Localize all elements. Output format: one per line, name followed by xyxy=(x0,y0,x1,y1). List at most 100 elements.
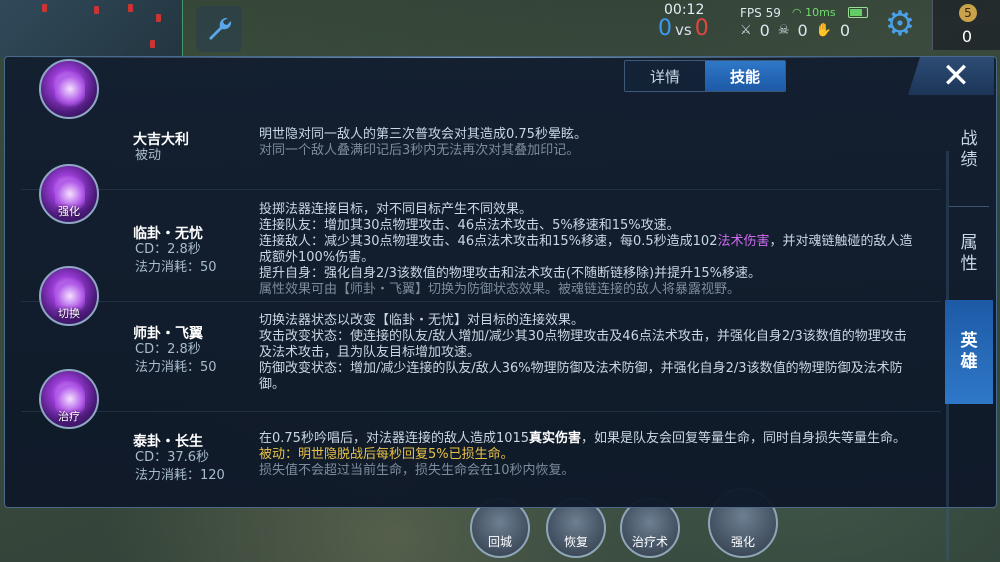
skill-cooldown: 被动 xyxy=(135,148,162,163)
skill-mana-cost: 法力消耗：50 xyxy=(135,360,217,375)
description-text: 被动：明世隐脱战后每秒回复5%已损生命。 xyxy=(259,447,514,462)
kills-count: 0 xyxy=(759,21,770,40)
skill-description: 切换法器状态以改变【临卦・无忧】对目标的连接效果。 攻击改变状态：使连接的队友/敌… xyxy=(259,313,949,393)
kda-stats: ⚔ 0 ☠ 0 ✋ 0 xyxy=(740,21,850,40)
skull-icon: ☠ xyxy=(777,23,790,38)
description-line: 连接队友：增加其30点物理攻击、46点法术攻击、5%移速和15%攻速。 xyxy=(259,218,949,234)
side-tab-stats[interactable]: 战 绩 xyxy=(945,96,993,204)
wrench-icon[interactable] xyxy=(196,6,242,52)
description-line: 攻击改变状态：使连接的队友/敌人增加/减少其30点物理攻击及46点法术攻击，并强… xyxy=(259,329,949,345)
description-line: 防御改变状态：增加/减少连接的队友/敌人36%物理防御及法术防御，并强化自身2/… xyxy=(259,361,949,377)
tab-details[interactable]: 详情 xyxy=(625,61,705,91)
skill-description: 投掷法器连接目标，对不同目标产生不同效果。 连接队友：增加其30点物理攻击、46点… xyxy=(259,202,949,298)
vs-label: vs xyxy=(675,21,692,39)
description-line: 对同一个敌人叠满印记后3秒内无法再次对其叠加印记。 xyxy=(259,143,949,159)
skill-info: CD：2.8秒法力消耗：50 xyxy=(135,241,217,277)
true-damage-keyword: 真实伤害 xyxy=(529,431,582,446)
description-line: 明世隐对同一敌人的第三次普攻会对其造成0.75秒晕眩。 xyxy=(259,127,949,143)
description-text: 攻击改变状态：使连接的队友/敌人增加/减少其30点物理攻击及46点法术攻击，并强… xyxy=(259,329,907,344)
gold-counter[interactable]: 5 0 xyxy=(932,0,1000,50)
skill-description: 在0.75秒吟唱后，对法器连接的敌人造成1015真实伤害，如果是队友会回复等量生… xyxy=(259,431,949,479)
description-text: 在0.75秒吟唱后，对法器连接的敌人造成1015 xyxy=(259,431,530,446)
description-text: 成额外100%伤害。 xyxy=(259,250,375,265)
healer-portrait-icon[interactable]: 治疗 xyxy=(39,369,99,429)
description-line: 被动：明世隐脱战后每秒回复5%已损生命。 xyxy=(259,447,949,463)
sword-icon: ⚔ xyxy=(740,23,752,38)
description-text: 连接敌人：减少其30点物理攻击、46点法术攻击和15%移速，每0.5秒造成102 xyxy=(259,234,718,249)
team-score: 0 vs 0 xyxy=(658,16,709,41)
tower-marker xyxy=(150,40,155,48)
skill-info: CD：37.6秒 法力消耗：120 xyxy=(135,449,225,485)
skill-mana-cost: 法力消耗：50 xyxy=(135,260,217,275)
side-tab-hero[interactable]: 英 雄 xyxy=(945,300,993,404)
money-bag-icon: 5 xyxy=(959,4,977,22)
description-text: 损失值不会超过当前生命，损失生命会在10秒内恢复。 xyxy=(259,463,575,478)
skill-cooldown: CD：2.8秒 xyxy=(135,342,201,357)
description-line: 提升自身：强化自身2/3该数值的物理攻击和法术攻击(不随断链移除)并提升15%移… xyxy=(259,266,949,282)
chain-link-icon[interactable]: 强化 xyxy=(39,164,99,224)
ping-indicator: ◠ 10ms xyxy=(792,6,836,19)
skill-cooldown: CD：37.6秒 xyxy=(135,450,210,465)
description-line: 成额外100%伤害。 xyxy=(259,250,949,266)
tab-skills[interactable]: 技能 xyxy=(705,61,785,91)
ghost-figure-icon[interactable] xyxy=(39,59,99,119)
magic-damage-keyword: 法术伤害 xyxy=(717,234,770,249)
skill-name: 师卦・飞翼 xyxy=(133,326,203,342)
skill-info: CD：2.8秒法力消耗：50 xyxy=(135,341,217,377)
blue-score: 0 xyxy=(658,16,672,41)
skill-name: 临卦・无忧 xyxy=(133,226,203,242)
hand-icon: ✋ xyxy=(815,23,832,38)
battery-icon xyxy=(848,7,868,18)
description-text: ，如果是队友会回复等量生命，同时自身损失等量生命。 xyxy=(581,431,907,446)
description-text: ，并对魂链触碰的敌人造 xyxy=(769,234,913,249)
skill-cooldown: CD：2.8秒 xyxy=(135,242,201,257)
description-text: 属性效果可由【师卦・飞翼】切换为防御状态效果。被魂链连接的敌人将暴露视野。 xyxy=(259,282,741,297)
icon-tag: 治疗 xyxy=(58,410,80,423)
description-line: 连接敌人：减少其30点物理攻击、46点法术攻击和15%移速，每0.5秒造成102… xyxy=(259,234,949,250)
skill-mana-cost: 法力消耗：120 xyxy=(135,468,225,483)
close-button[interactable]: ✕ xyxy=(908,57,994,95)
description-line: 投掷法器连接目标，对不同目标产生不同效果。 xyxy=(259,202,949,218)
description-text: 御。 xyxy=(259,377,286,392)
deaths-count: 0 xyxy=(797,21,808,40)
gear-icon[interactable]: ⚙ xyxy=(880,4,920,44)
skill-info: 被动 xyxy=(135,147,161,165)
row-separator xyxy=(21,411,941,412)
skills-panel: 大吉大利 被动 明世隐对同一敌人的第三次普攻会对其造成0.75秒晕眩。 对同一个敌人叠… xyxy=(4,56,997,561)
skill-name: 大吉大利 xyxy=(133,132,189,148)
tower-marker xyxy=(42,4,47,12)
icon-glow xyxy=(55,71,85,107)
skill-name: 泰卦・长生 xyxy=(133,434,203,450)
ping-value: 10ms xyxy=(805,6,836,19)
side-divider xyxy=(949,206,989,207)
description-line: 在0.75秒吟唱后，对法器连接的敌人造成1015真实伤害，如果是队友会回复等量生… xyxy=(259,431,949,447)
panel-tabs: 详情 技能 xyxy=(624,60,786,92)
tower-marker xyxy=(156,14,161,22)
description-line: 切换法器状态以改变【临卦・无忧】对目标的连接效果。 xyxy=(259,313,949,329)
tower-marker xyxy=(128,4,133,12)
description-line: 御。 xyxy=(259,377,949,393)
red-score: 0 xyxy=(694,16,709,41)
tower-marker xyxy=(94,6,99,14)
wifi-icon: ◠ xyxy=(792,6,806,19)
description-text: 连接队友：增加其30点物理攻击、46点法术攻击、5%移速和15%攻速。 xyxy=(259,218,680,233)
description-text: 对同一个敌人叠满印记后3秒内无法再次对其叠加印记。 xyxy=(259,143,580,158)
assists-count: 0 xyxy=(839,21,851,40)
gold-value: 0 xyxy=(961,27,973,46)
description-line: 损失值不会超过当前生命，损失生命会在10秒内恢复。 xyxy=(259,463,949,479)
swap-mode-icon[interactable]: 切换 xyxy=(39,266,99,326)
description-text: 防御改变状态：增加/减少连接的队友/敌人36%物理防御及法术防御，并强化自身2/… xyxy=(259,361,903,376)
side-tab-attributes[interactable]: 属 性 xyxy=(945,208,993,300)
description-line: 属性效果可由【师卦・飞翼】切换为防御状态效果。被魂链连接的敌人将暴露视野。 xyxy=(259,282,949,298)
row-separator xyxy=(21,301,941,302)
description-text: 提升自身：强化自身2/3该数值的物理攻击和法术攻击(不随断链移除)并提升15%移… xyxy=(259,266,761,281)
close-icon: ✕ xyxy=(941,56,971,96)
minimap[interactable] xyxy=(0,0,183,58)
description-text: 明世隐对同一敌人的第三次普攻会对其造成0.75秒晕眩。 xyxy=(259,127,587,142)
row-separator xyxy=(21,189,941,190)
icon-tag: 强化 xyxy=(58,205,80,218)
description-text: 及法术攻击，且为队友目标增加攻速。 xyxy=(259,345,481,360)
description-text: 切换法器状态以改变【临卦・无忧】对目标的连接效果。 xyxy=(259,313,585,328)
skill-description: 明世隐对同一敌人的第三次普攻会对其造成0.75秒晕眩。 对同一个敌人叠满印记后3秒… xyxy=(259,127,949,159)
icon-tag: 切换 xyxy=(58,307,80,320)
